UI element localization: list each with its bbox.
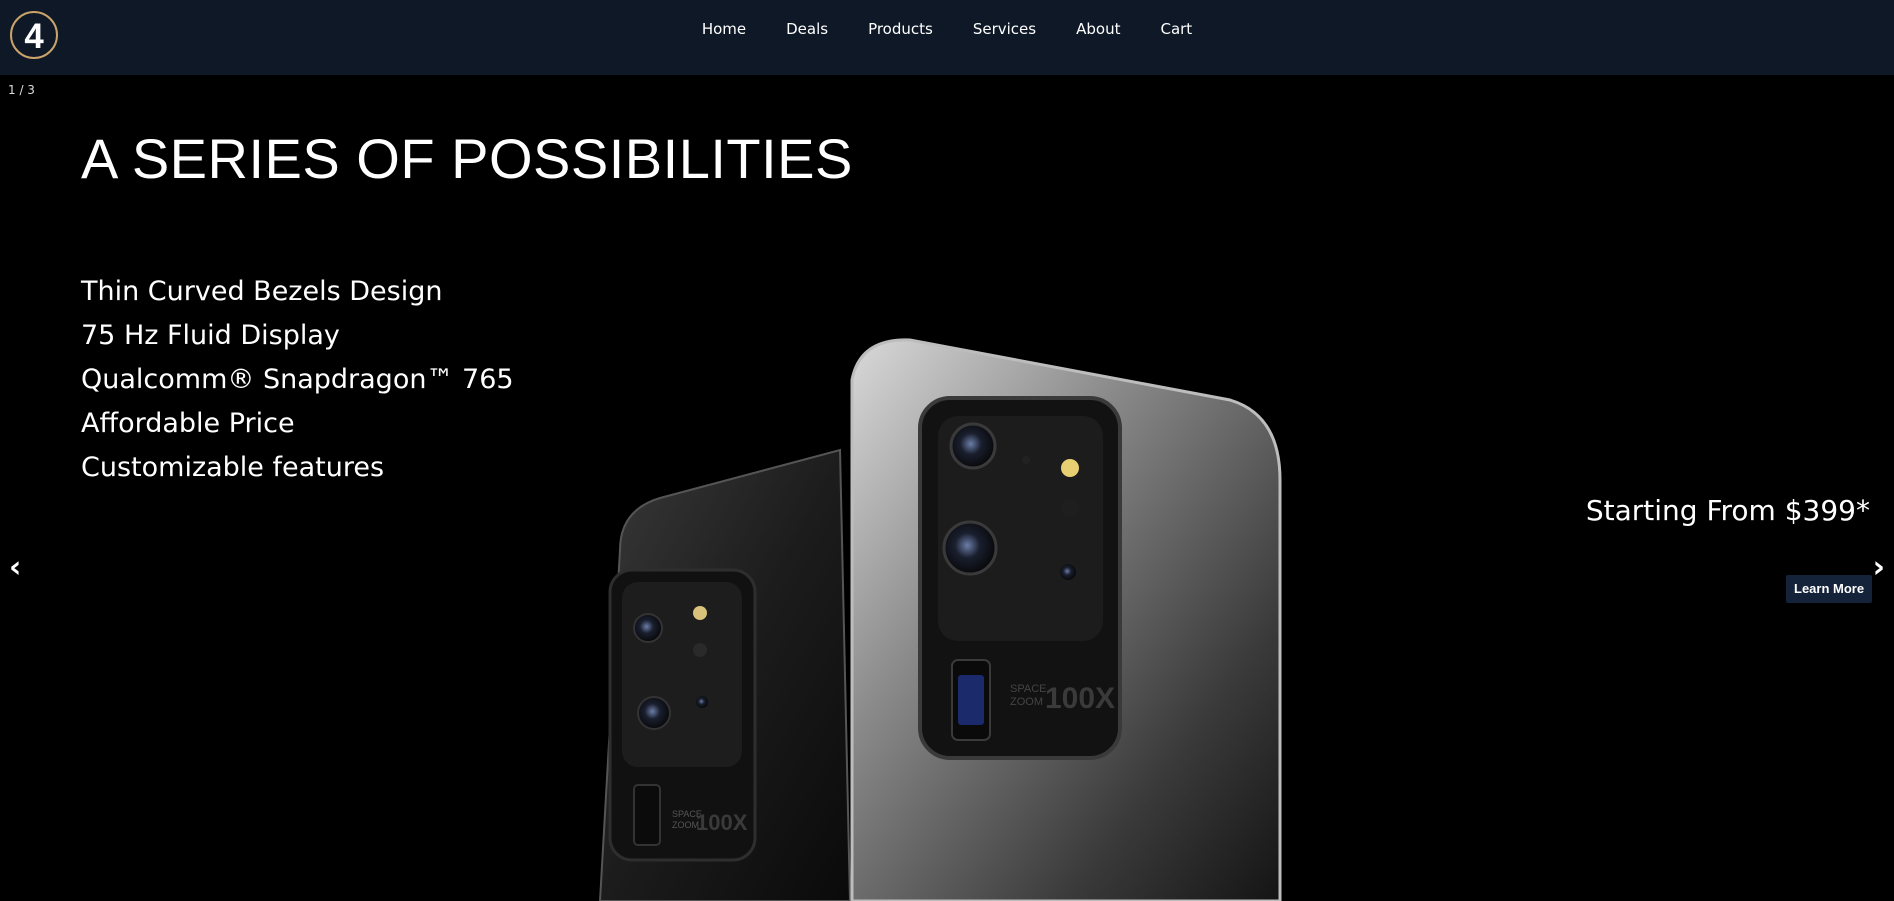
phone-label: ZOOM <box>1010 696 1043 708</box>
feature-item: Customizable features <box>81 452 385 483</box>
nav-link-cart[interactable]: Cart <box>1140 0 1212 58</box>
chevron-right-icon[interactable]: › <box>1873 551 1885 585</box>
feature-list: Thin Curved Bezels Design 75 Hz Fluid Di… <box>81 270 514 490</box>
price-text: Starting From $399* <box>1585 494 1870 527</box>
feature-item: Qualcomm® Snapdragon™ 765 <box>81 364 514 395</box>
navbar: 4 Home Deals Products Services About Car… <box>0 0 1894 75</box>
nav-link-services[interactable]: Services <box>953 0 1056 58</box>
nav-link-deals[interactable]: Deals <box>766 0 848 58</box>
nav-link-products[interactable]: Products <box>848 0 953 58</box>
feature-item: Affordable Price <box>81 408 295 439</box>
phone-label: SPACE <box>1010 683 1046 695</box>
feature-item: Thin Curved Bezels Design <box>81 276 443 307</box>
chevron-left-icon[interactable]: ‹ <box>9 551 21 585</box>
phone-label: ZOOM <box>672 820 699 830</box>
nav-link-about[interactable]: About <box>1056 0 1140 58</box>
learn-more-button[interactable]: Learn More <box>1786 575 1873 603</box>
main-nav: Home Deals Products Services About Cart <box>0 0 1894 58</box>
silver-phone: SPACE ZOOM 100X <box>850 338 1282 901</box>
phone-label: 100X <box>696 810 748 835</box>
feature-item: 75 Hz Fluid Display <box>81 320 340 351</box>
hero-title: A SERIES OF POSSIBILITIES <box>81 127 853 190</box>
nav-link-home[interactable]: Home <box>682 0 766 58</box>
phone-product-image: SPACE ZOOM 100X SPACE ZOOM 100X <box>598 338 1282 901</box>
phone-label: 100X <box>1045 682 1115 715</box>
black-phone: SPACE ZOOM 100X <box>598 448 852 901</box>
slide-counter: 1 / 3 <box>8 83 35 97</box>
